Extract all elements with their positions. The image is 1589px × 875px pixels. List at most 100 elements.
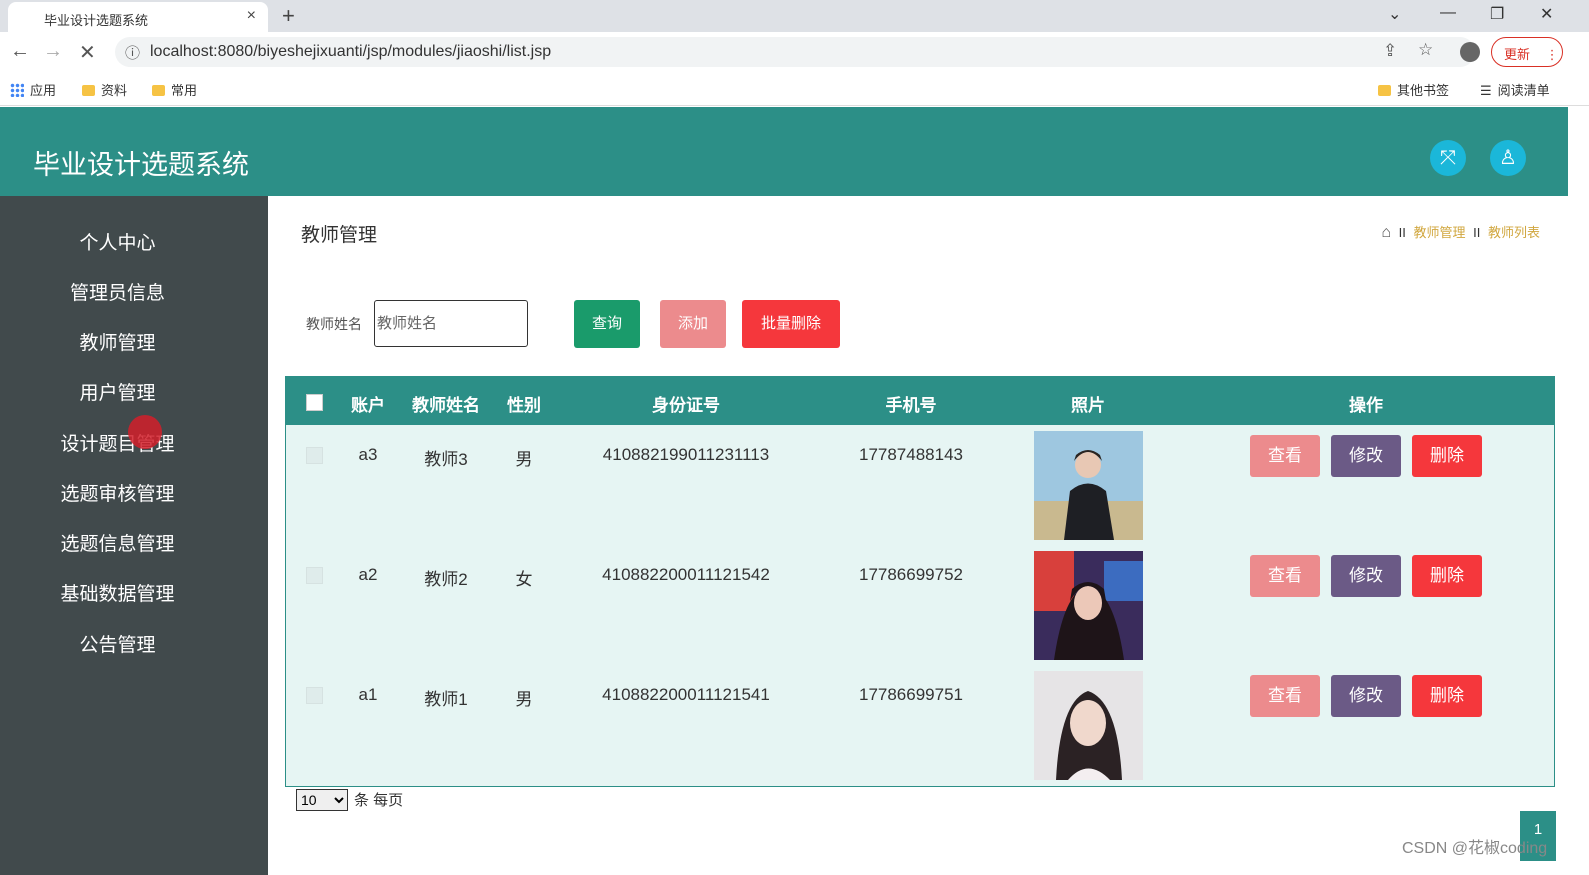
cell-teacher-name: 教师3: [424, 450, 468, 469]
row-checkbox[interactable]: [306, 567, 323, 584]
select-all-checkbox[interactable]: [306, 394, 323, 411]
page-size-suffix: 条 每页: [354, 792, 404, 809]
search-label: 教师姓名: [306, 316, 362, 332]
cell-teacher-name: 教师2: [424, 570, 468, 589]
user-icon[interactable]: ♙: [1490, 140, 1526, 176]
teacher-table: 账户 教师姓名 性别 身份证号 手机号 照片 操作 a3 教师3 男 41088…: [285, 376, 1555, 787]
browser-tab-bar: 毕业设计选题系统 × + ⌄ — ❐ ✕: [0, 0, 1589, 32]
delete-button[interactable]: 删除: [1412, 435, 1482, 477]
update-button[interactable]: 更新 ⋮: [1491, 37, 1563, 67]
cell-id-number: 410882199011231113: [602, 445, 770, 464]
breadcrumb-teacher-list[interactable]: 教师列表: [1488, 225, 1540, 240]
col-id-number: 身份证号: [652, 396, 720, 415]
sidebar-item-topic-review[interactable]: 选题审核管理: [0, 475, 235, 515]
table-row: a1 教师1 男 410882200011121541 17786699751 …: [286, 665, 1554, 785]
back-icon[interactable]: ←: [10, 40, 30, 63]
main-content: 教师管理 ⌂ II 教师管理 II 教师列表 教师姓名 查询 添加 批量删除 账…: [268, 196, 1568, 875]
cell-id-number: 410882200011121541: [602, 685, 770, 704]
breadcrumb-separator: II: [1398, 225, 1406, 240]
reading-list[interactable]: ☰ 阅读清单: [1480, 80, 1550, 99]
sidebar-item-announcements[interactable]: 公告管理: [0, 626, 235, 666]
update-label: 更新: [1504, 47, 1531, 62]
table-header: 账户 教师姓名 性别 身份证号 手机号 照片 操作: [286, 377, 1554, 425]
cell-teacher-name: 教师1: [424, 690, 468, 709]
edit-button[interactable]: 修改: [1331, 435, 1401, 477]
breadcrumb-separator: II: [1473, 225, 1481, 240]
delete-button[interactable]: 删除: [1412, 675, 1482, 717]
close-tab-icon[interactable]: ×: [247, 7, 256, 25]
app-title: 毕业设计选题系统: [33, 150, 249, 180]
forward-icon[interactable]: →: [43, 40, 63, 63]
cell-gender: 男: [515, 690, 533, 709]
bookmark-folder-ziliao[interactable]: 资料: [82, 80, 127, 99]
folder-icon: [152, 85, 165, 96]
site-info-icon[interactable]: ⓘ: [125, 42, 140, 63]
view-button[interactable]: 查看: [1250, 675, 1320, 717]
folder-icon: [82, 85, 95, 96]
sidebar-item-teacher-management[interactable]: 教师管理: [0, 324, 235, 364]
teacher-photo[interactable]: [1034, 671, 1143, 780]
table-row: a3 教师3 男 410882199011231113 17787488143 …: [286, 425, 1554, 545]
tab-search-chevron-icon[interactable]: ⌄: [1388, 4, 1401, 24]
sidebar-item-user-management[interactable]: 用户管理: [0, 374, 235, 414]
pagination-size: 10 条 每页: [296, 789, 403, 811]
sidebar-item-selection-info[interactable]: 选题信息管理: [0, 525, 235, 565]
teacher-photo[interactable]: [1034, 431, 1143, 540]
new-tab-icon[interactable]: +: [282, 3, 295, 29]
view-button[interactable]: 查看: [1250, 435, 1320, 477]
other-bookmarks[interactable]: 其他书签: [1378, 80, 1449, 99]
more-menu-icon[interactable]: ⋮: [1546, 47, 1559, 62]
sidebar-item-admin-info[interactable]: 管理员信息: [0, 274, 235, 314]
home-icon[interactable]: ⌂: [1381, 224, 1391, 241]
app-header: 毕业设计选题系统 ⤧ ♙: [0, 107, 1568, 196]
col-phone: 手机号: [885, 396, 937, 415]
breadcrumb-teacher-management[interactable]: 教师管理: [1413, 225, 1465, 240]
share-icon[interactable]: ⇪: [1383, 41, 1397, 61]
stop-loading-icon[interactable]: ✕: [79, 40, 96, 65]
sidebar: 个人中心 管理员信息 教师管理 用户管理 设计题目管理 选题审核管理 选题信息管…: [0, 196, 268, 875]
reading-list-icon: ☰: [1480, 83, 1492, 98]
col-gender: 性别: [507, 396, 541, 415]
bookmark-apps[interactable]: 应用: [10, 80, 56, 99]
sidebar-item-personal-center[interactable]: 个人中心: [0, 224, 235, 264]
cell-phone: 17787488143: [858, 445, 963, 464]
teacher-photo[interactable]: [1034, 551, 1143, 660]
apps-grid-icon: [10, 83, 24, 97]
fullscreen-icon[interactable]: ⤧: [1430, 140, 1466, 176]
page-size-select[interactable]: 10: [296, 789, 348, 811]
profile-avatar-icon[interactable]: [1460, 42, 1480, 62]
col-teacher-name: 教师姓名: [412, 396, 480, 415]
bookmarks-bar: 应用 资料 常用 其他书签 ☰ 阅读清单: [0, 72, 1589, 106]
breadcrumb: ⌂ II 教师管理 II 教师列表: [1381, 222, 1540, 242]
restore-icon[interactable]: ❐: [1490, 4, 1504, 24]
cell-id-number: 410882200011121542: [602, 565, 770, 584]
teacher-name-search-input[interactable]: [374, 300, 528, 347]
url-text: localhost:8080/biyeshejixuanti/jsp/modul…: [150, 43, 552, 60]
sidebar-item-basic-data[interactable]: 基础数据管理: [0, 575, 235, 615]
cell-account: a3: [358, 445, 378, 464]
cell-gender: 女: [515, 570, 533, 589]
query-button[interactable]: 查询: [574, 300, 640, 348]
browser-tab[interactable]: 毕业设计选题系统 ×: [8, 2, 268, 32]
add-button[interactable]: 添加: [660, 300, 726, 348]
row-checkbox[interactable]: [306, 687, 323, 704]
cell-phone: 17786699752: [858, 565, 963, 584]
cell-account: a1: [358, 685, 378, 704]
batch-delete-button[interactable]: 批量删除: [742, 300, 840, 348]
row-checkbox[interactable]: [306, 447, 323, 464]
url-field[interactable]: ⓘ localhost:8080/biyeshejixuanti/jsp/mod…: [115, 37, 1475, 67]
bookmark-star-icon[interactable]: ☆: [1418, 40, 1433, 60]
folder-icon: [1378, 85, 1391, 96]
view-button[interactable]: 查看: [1250, 555, 1320, 597]
edit-button[interactable]: 修改: [1331, 675, 1401, 717]
bookmark-folder-changyong[interactable]: 常用: [152, 80, 197, 99]
minimize-icon[interactable]: —: [1440, 4, 1456, 22]
window-close-icon[interactable]: ✕: [1540, 4, 1553, 24]
cell-account: a2: [358, 565, 378, 584]
delete-button[interactable]: 删除: [1412, 555, 1482, 597]
col-photo: 照片: [1071, 396, 1105, 415]
tab-title: 毕业设计选题系统: [44, 13, 149, 28]
sidebar-item-topic-management[interactable]: 设计题目管理: [0, 425, 235, 465]
cursor-click-indicator: [128, 415, 162, 449]
edit-button[interactable]: 修改: [1331, 555, 1401, 597]
